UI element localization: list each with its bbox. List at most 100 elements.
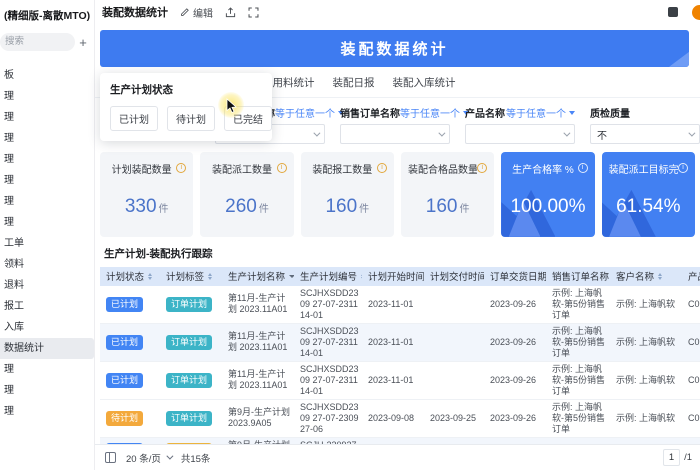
avatar[interactable] (692, 4, 700, 20)
pencil-icon (180, 7, 190, 17)
column-header[interactable]: 生产计划名称 (222, 266, 294, 286)
caret-down-icon (569, 110, 575, 115)
stat-card-value: 260 件 (225, 195, 269, 217)
table-cell: SCJHXSDD2309 27-07-230927-06 (294, 399, 362, 438)
add-button[interactable]: + (75, 35, 91, 50)
edit-button[interactable]: 编辑 (180, 5, 213, 20)
table-row[interactable]: 已计划 订单计划 第11月-生产计划 2023.11A01 SCJHXSDD2309 … (100, 361, 700, 400)
fullscreen-icon[interactable] (248, 7, 259, 18)
plan-status-cell: 已计划 (100, 361, 160, 400)
table-cell: 第11月-生产计划 2023.11A01 (222, 285, 294, 324)
status-badge: 已计划 (106, 372, 144, 388)
sidebar-item-active[interactable]: 数据统计 (0, 338, 94, 359)
filter-operator-link[interactable]: 等于任意一个 (275, 105, 344, 120)
table-cell: 2023-09-26 (484, 399, 546, 438)
table-row[interactable]: 待计划 订单计划 第9月-生产计划 2023.9A05 SCJHXSDD2309 27… (100, 399, 700, 438)
filter-select[interactable] (340, 124, 450, 145)
table-section-title: 生产计划-装配执行跟踪 (104, 247, 213, 260)
stat-card-value: 61.54% (616, 195, 681, 217)
sort-icon[interactable] (361, 272, 362, 280)
column-header[interactable]: 计划交付时间 (424, 266, 484, 286)
table-row[interactable]: 已计划库存计划第9月-生产计划 2023.9B04SCJH-230927-052… (100, 437, 700, 445)
sidebar-item[interactable]: 工单 (0, 233, 94, 254)
export-icon[interactable] (225, 7, 236, 18)
filter-select[interactable]: 不 (590, 124, 700, 145)
column-header[interactable]: 生产计划编号 (294, 266, 362, 286)
table-row[interactable]: 已计划 订单计划 第11月-生产计划 2023.11A01 SCJHXSDD2309 … (100, 285, 700, 324)
plan-status-cell: 待计划 (100, 399, 160, 438)
stat-card-unit: 件 (258, 203, 269, 215)
sidebar-item[interactable]: 理 (0, 149, 94, 170)
filter-operator-link[interactable]: 等于任意一个 (400, 105, 469, 120)
column-header[interactable]: 销售订单名称 (546, 266, 610, 286)
sidebar-item[interactable]: 理 (0, 191, 94, 212)
table-cell: 示例: 上海帆软-第5份销售订单 (546, 285, 610, 324)
chevron-down-icon (166, 452, 174, 460)
table-cell: 第11月-生产计划 2023.11A01 (222, 323, 294, 362)
stat-card-label: 计划装配数量 (111, 164, 172, 176)
sort-icon[interactable] (208, 272, 213, 280)
pagination-bar: 20 条/页 共15条 1 /1 (95, 444, 700, 470)
sidebar-item[interactable]: 理 (0, 170, 94, 191)
column-header[interactable]: 计划开始时间 (362, 266, 424, 286)
filter-group: 产品名称 等于任意一个 (465, 105, 575, 147)
window-control-icon[interactable] (668, 7, 678, 18)
table-cell (424, 323, 484, 362)
table-cell: 第9月-生产计划 2023.9B04 (222, 437, 294, 445)
info-icon[interactable]: i (577, 163, 588, 174)
column-settings-icon[interactable] (105, 452, 116, 464)
sidebar-item[interactable]: 理 (0, 86, 94, 107)
sidebar-item[interactable]: 报工 (0, 296, 94, 317)
table-cell: 2023-09-25 (424, 399, 484, 438)
tab[interactable]: 装配入库统计 (393, 75, 456, 98)
sidebar-item[interactable]: 理 (0, 380, 94, 401)
sidebar-item[interactable]: 理 (0, 128, 94, 149)
chevron-down-icon (313, 129, 321, 137)
column-header[interactable]: 计划标签 (160, 266, 222, 286)
info-icon[interactable]: i (376, 163, 387, 174)
stat-card: 装配报工数量 i 160 件 (300, 151, 394, 237)
data-table-wrap: 计划状态 计划标签 生产计划名称 生产计划编号 计划开始时间 计划交付时间 订单交货日期 销售… (100, 266, 700, 445)
filter-select[interactable] (465, 124, 575, 145)
column-header[interactable]: 客户名称 (610, 266, 682, 286)
total-pages: /1 (684, 452, 692, 464)
sidebar-item[interactable]: 退料 (0, 275, 94, 296)
info-icon[interactable]: i (677, 163, 688, 174)
column-header[interactable]: 计划状态 (100, 266, 160, 286)
table-row[interactable]: 已计划 订单计划 第11月-生产计划 2023.11A01 SCJHXSDD2309 … (100, 323, 700, 362)
plan-tag-cell: 库存计划 (160, 437, 222, 445)
plan-tag-cell: 订单计划 (160, 399, 222, 438)
sidebar: (精细版-离散MTO) 搜索 + 板理理理理理理理工单 领料 退料 报工 入库 数据统计理… (0, 0, 95, 470)
filter-operator-link[interactable]: 等于任意一个 (506, 105, 575, 120)
table-cell: SCJHXSDD2309 27-07-231114-01 (294, 361, 362, 400)
stat-card-unit: 件 (359, 203, 370, 215)
search-input[interactable]: 搜索 (0, 33, 75, 51)
sort-icon[interactable] (148, 272, 153, 280)
sidebar-item[interactable]: 板 (0, 65, 94, 86)
sidebar-item[interactable]: 理 (0, 359, 94, 380)
sort-down-icon[interactable] (289, 274, 294, 278)
table-cell: 2023-09-30 (424, 437, 484, 445)
info-icon[interactable]: i (276, 163, 287, 174)
status-option-button[interactable]: 已完结 (224, 106, 272, 131)
table-cell (424, 285, 484, 324)
sidebar-item[interactable]: 理 (0, 212, 94, 233)
sidebar-item[interactable]: 理 (0, 107, 94, 128)
status-option-button[interactable]: 已计划 (110, 106, 158, 131)
current-page-box[interactable]: 1 (663, 449, 681, 467)
sidebar-item[interactable]: 入库 (0, 317, 94, 338)
table-cell: C0 (682, 361, 700, 400)
tab[interactable]: 装配日报 (333, 75, 375, 98)
info-icon[interactable]: i (477, 163, 488, 174)
sidebar-item[interactable]: 领料 (0, 254, 94, 275)
sidebar-item[interactable]: 理 (0, 401, 94, 422)
plan-status-label: 生产计划状态 (110, 84, 173, 96)
status-option-button[interactable]: 待计划 (167, 106, 215, 131)
info-icon[interactable]: i (176, 163, 187, 174)
column-header[interactable]: 产品名称 (682, 266, 700, 286)
table-cell: 2023-09-08 (362, 399, 424, 438)
plan-status-cell: 已计划 (100, 437, 160, 445)
column-header[interactable]: 订单交货日期 (484, 266, 546, 286)
sort-icon[interactable] (658, 272, 663, 280)
page-size-select[interactable]: 20 条/页 (126, 451, 174, 465)
